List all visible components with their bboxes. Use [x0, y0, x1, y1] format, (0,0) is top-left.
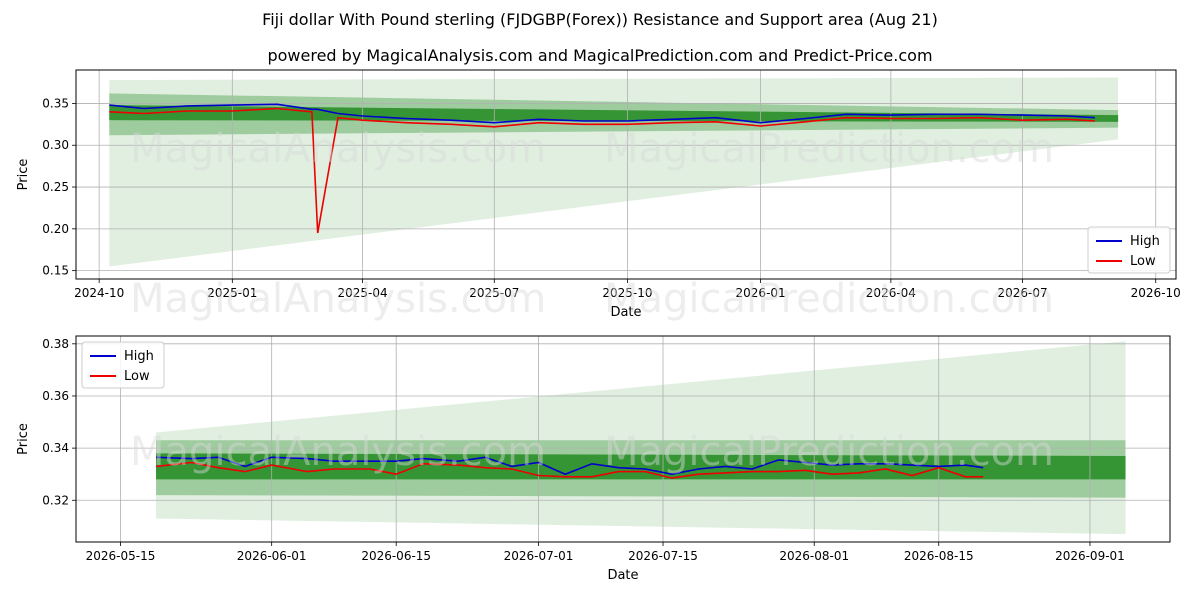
- legend-label-high: High: [1130, 234, 1160, 249]
- y-tick-label: 0.36: [42, 389, 69, 403]
- y-tick-label: 0.20: [42, 222, 69, 236]
- y-tick-label: 0.38: [42, 337, 69, 351]
- watermark: MagicalPrediction.com: [604, 126, 1054, 172]
- x-tick-label: 2026-07-01: [504, 549, 574, 563]
- x-tick-label: 2026-07-15: [628, 549, 698, 563]
- x-tick-label: 2026-05-15: [86, 549, 156, 563]
- x-axis-label: Date: [607, 568, 638, 583]
- x-tick-label: 2024-10: [74, 286, 124, 300]
- x-tick-label: 2026-06-01: [237, 549, 307, 563]
- watermark: MagicalPrediction.com: [604, 276, 1054, 322]
- y-tick-label: 0.15: [42, 264, 69, 278]
- watermark: MagicalAnalysis.com: [130, 276, 546, 322]
- y-axis-label: Price: [16, 159, 31, 191]
- legend-label-low: Low: [124, 369, 150, 384]
- legend: High Low: [1087, 226, 1171, 274]
- legend-label-low: Low: [1130, 254, 1156, 269]
- x-tick-label: 2026-09-01: [1055, 549, 1125, 563]
- watermark: MagicalAnalysis.com: [130, 429, 546, 475]
- y-tick-label: 0.35: [42, 96, 69, 110]
- chart-canvas: 2024-10 2025-01 2025-04 2025-07 2025-10 2026-…: [16, 69, 1181, 583]
- x-tick-label: 2026-10: [1131, 286, 1181, 300]
- x-tick-label: 2026-08-01: [779, 549, 849, 563]
- x-tick-label: 2026-06-15: [361, 549, 431, 563]
- y-tick-label: 0.25: [42, 180, 69, 194]
- y-tick-label: 0.32: [42, 493, 69, 507]
- y-axis-label: Price: [16, 423, 31, 455]
- watermark: MagicalAnalysis.com: [130, 126, 546, 172]
- y-tick-label: 0.30: [42, 138, 69, 152]
- watermark: MagicalPrediction.com: [604, 429, 1054, 475]
- legend-label-high: High: [124, 349, 154, 364]
- x-tick-label: 2026-08-15: [904, 549, 974, 563]
- legend: High Low: [81, 341, 165, 389]
- y-tick-label: 0.34: [42, 441, 69, 455]
